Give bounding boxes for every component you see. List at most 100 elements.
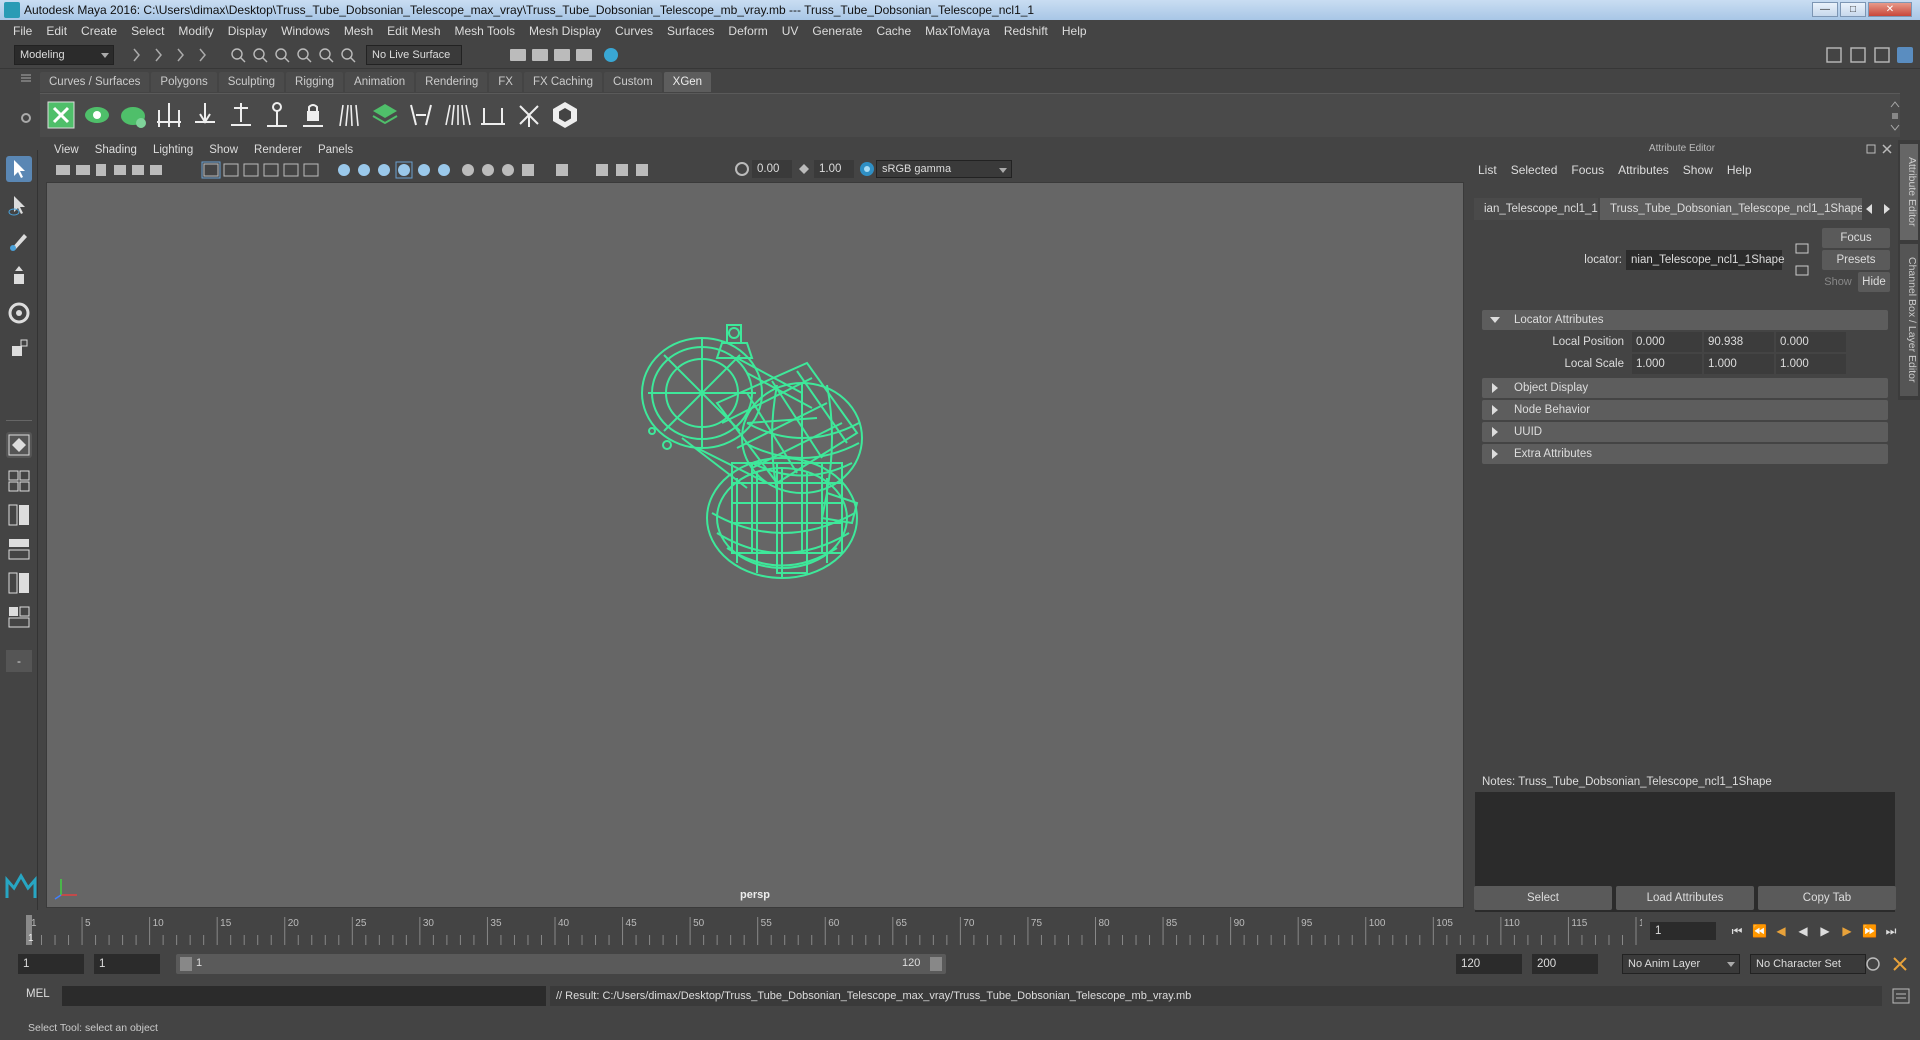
- shelf-tab-fx[interactable]: FX: [489, 72, 522, 92]
- shelf-tab-animation[interactable]: Animation: [345, 72, 415, 92]
- ae-focus-button[interactable]: Focus: [1822, 228, 1890, 248]
- script-editor-icon[interactable]: [1892, 988, 1910, 1004]
- shelf-tab-rigging[interactable]: Rigging: [286, 72, 344, 92]
- minimize-button[interactable]: —: [1812, 2, 1838, 17]
- node-name-field[interactable]: nian_Telescope_ncl1_1Shape: [1626, 250, 1784, 270]
- xgen-mirror-icon[interactable]: [406, 100, 436, 130]
- animation-start-field[interactable]: 1: [18, 954, 84, 974]
- menu-deform[interactable]: Deform: [721, 24, 774, 38]
- section-locator-attributes[interactable]: Locator Attributes: [1482, 310, 1888, 330]
- shelf-tab-rendering[interactable]: Rendering: [416, 72, 488, 92]
- step-back-key-icon[interactable]: ⏪: [1752, 924, 1767, 938]
- persp-graph-layout-icon[interactable]: [6, 536, 32, 562]
- menu-mesh[interactable]: Mesh: [337, 24, 380, 38]
- xgen-description-icon[interactable]: [118, 100, 148, 130]
- ae-menu-attributes[interactable]: Attributes: [1614, 163, 1679, 177]
- vp-menu-renderer[interactable]: Renderer: [246, 144, 310, 156]
- shelf-tab-custom[interactable]: Custom: [604, 72, 662, 92]
- xgen-add-guide-icon[interactable]: [190, 100, 220, 130]
- menu-redshift[interactable]: Redshift: [997, 24, 1055, 38]
- shelf-menu-icon[interactable]: [20, 72, 32, 87]
- range-end-handle[interactable]: [930, 957, 942, 971]
- perspective-viewport[interactable]: persp: [46, 182, 1464, 908]
- shelf-scroll-arrows-icon[interactable]: [1890, 100, 1900, 132]
- menu-edit[interactable]: Edit: [39, 24, 74, 38]
- move-tool-icon[interactable]: [6, 264, 32, 290]
- menu-maxtomaya[interactable]: MaxToMaya: [918, 24, 997, 38]
- playback-start-field[interactable]: 1: [94, 954, 160, 974]
- ae-presets-button[interactable]: Presets: [1822, 250, 1890, 270]
- outliner-layout-icon[interactable]: [6, 604, 32, 630]
- xgen-delete-guide-icon[interactable]: [514, 100, 544, 130]
- gamma-field[interactable]: 1.00: [814, 160, 854, 178]
- animation-end-field[interactable]: 200: [1532, 954, 1598, 974]
- menu-generate[interactable]: Generate: [805, 24, 869, 38]
- scale-tool-icon[interactable]: [6, 336, 32, 362]
- node-nav-icons[interactable]: [1794, 241, 1810, 281]
- vp-menu-view[interactable]: View: [46, 144, 87, 156]
- ae-tab-scroll-arrows-icon[interactable]: [1864, 203, 1892, 215]
- command-input[interactable]: [62, 986, 546, 1006]
- rotate-tool-icon[interactable]: [6, 300, 32, 326]
- xgen-select-guide-icon[interactable]: [262, 100, 292, 130]
- ae-select-button[interactable]: Select: [1474, 886, 1612, 910]
- four-view-layout-icon[interactable]: [6, 468, 32, 494]
- local-position-y-field[interactable]: 90.938: [1704, 332, 1774, 352]
- xgen-hex-icon[interactable]: [550, 100, 580, 130]
- local-position-z-field[interactable]: 0.000: [1776, 332, 1846, 352]
- xgen-groom-icon[interactable]: [334, 100, 364, 130]
- local-position-x-field[interactable]: 0.000: [1632, 332, 1702, 352]
- ae-show-button[interactable]: Show: [1822, 272, 1854, 292]
- selection-mask-icons[interactable]: [228, 45, 358, 65]
- play-backwards-icon[interactable]: ◀: [1796, 924, 1810, 938]
- ae-menu-focus[interactable]: Focus: [1567, 163, 1614, 177]
- range-start-handle[interactable]: [180, 957, 192, 971]
- menu-edit-mesh[interactable]: Edit Mesh: [380, 24, 447, 38]
- keying-prefs-icons[interactable]: [1864, 954, 1914, 974]
- menu-cache[interactable]: Cache: [869, 24, 918, 38]
- section-object-display[interactable]: Object Display: [1482, 378, 1888, 398]
- menu-create[interactable]: Create: [74, 24, 124, 38]
- menu-curves[interactable]: Curves: [608, 24, 660, 38]
- xgen-lock-guide-icon[interactable]: [298, 100, 328, 130]
- select-tool-icon[interactable]: [6, 156, 32, 182]
- menu-select[interactable]: Select: [124, 24, 171, 38]
- exposure-field[interactable]: 0.00: [752, 160, 792, 178]
- workspace-icons[interactable]: [1825, 45, 1915, 65]
- step-back-frame-icon[interactable]: ◀: [1774, 924, 1788, 938]
- local-scale-x-field[interactable]: 1.000: [1632, 354, 1702, 374]
- persp-outliner-layout-icon[interactable]: [6, 502, 32, 528]
- ae-tab-transform[interactable]: ian_Telescope_ncl1_1: [1474, 198, 1598, 220]
- local-scale-z-field[interactable]: 1.000: [1776, 354, 1846, 374]
- xgen-cut-icon[interactable]: [478, 100, 508, 130]
- ae-load-attributes-button[interactable]: Load Attributes: [1616, 886, 1754, 910]
- vp-menu-shading[interactable]: Shading: [87, 144, 145, 156]
- lasso-tool-icon[interactable]: [6, 192, 32, 218]
- section-uuid[interactable]: UUID: [1482, 422, 1888, 442]
- shelf-tab-curves-surfaces[interactable]: Curves / Surfaces: [40, 72, 150, 92]
- menu-surfaces[interactable]: Surfaces: [660, 24, 721, 38]
- vp-menu-lighting[interactable]: Lighting: [145, 144, 201, 156]
- ae-menu-list[interactable]: List: [1474, 163, 1507, 177]
- menu-file[interactable]: File: [6, 24, 39, 38]
- section-node-behavior[interactable]: Node Behavior: [1482, 400, 1888, 420]
- xgen-layer-icon[interactable]: [370, 100, 400, 130]
- telescope-wireframe-model[interactable]: [627, 323, 907, 603]
- maximize-button[interactable]: □: [1840, 2, 1866, 17]
- menu-uv[interactable]: UV: [775, 24, 806, 38]
- section-extra-attributes[interactable]: Extra Attributes: [1482, 444, 1888, 464]
- menu-mesh-display[interactable]: Mesh Display: [522, 24, 608, 38]
- vp-menu-panels[interactable]: Panels: [310, 144, 361, 156]
- shelf-tab-fx-caching[interactable]: FX Caching: [523, 72, 603, 92]
- toolbox-more-button[interactable]: -: [6, 650, 32, 672]
- menu-modify[interactable]: Modify: [171, 24, 220, 38]
- current-frame-field[interactable]: 1: [1650, 922, 1716, 940]
- play-forwards-icon[interactable]: ▶: [1818, 924, 1832, 938]
- ae-float-close-icons[interactable]: [1866, 143, 1894, 155]
- ae-tab-shape[interactable]: Truss_Tube_Dobsonian_Telescope_ncl1_1Sha…: [1600, 198, 1862, 220]
- menu-windows[interactable]: Windows: [274, 24, 337, 38]
- single-perspective-layout-icon[interactable]: [6, 432, 32, 458]
- xgen-preview-icon[interactable]: [82, 100, 112, 130]
- paint-select-tool-icon[interactable]: [6, 228, 32, 254]
- ae-copy-tab-button[interactable]: Copy Tab: [1758, 886, 1896, 910]
